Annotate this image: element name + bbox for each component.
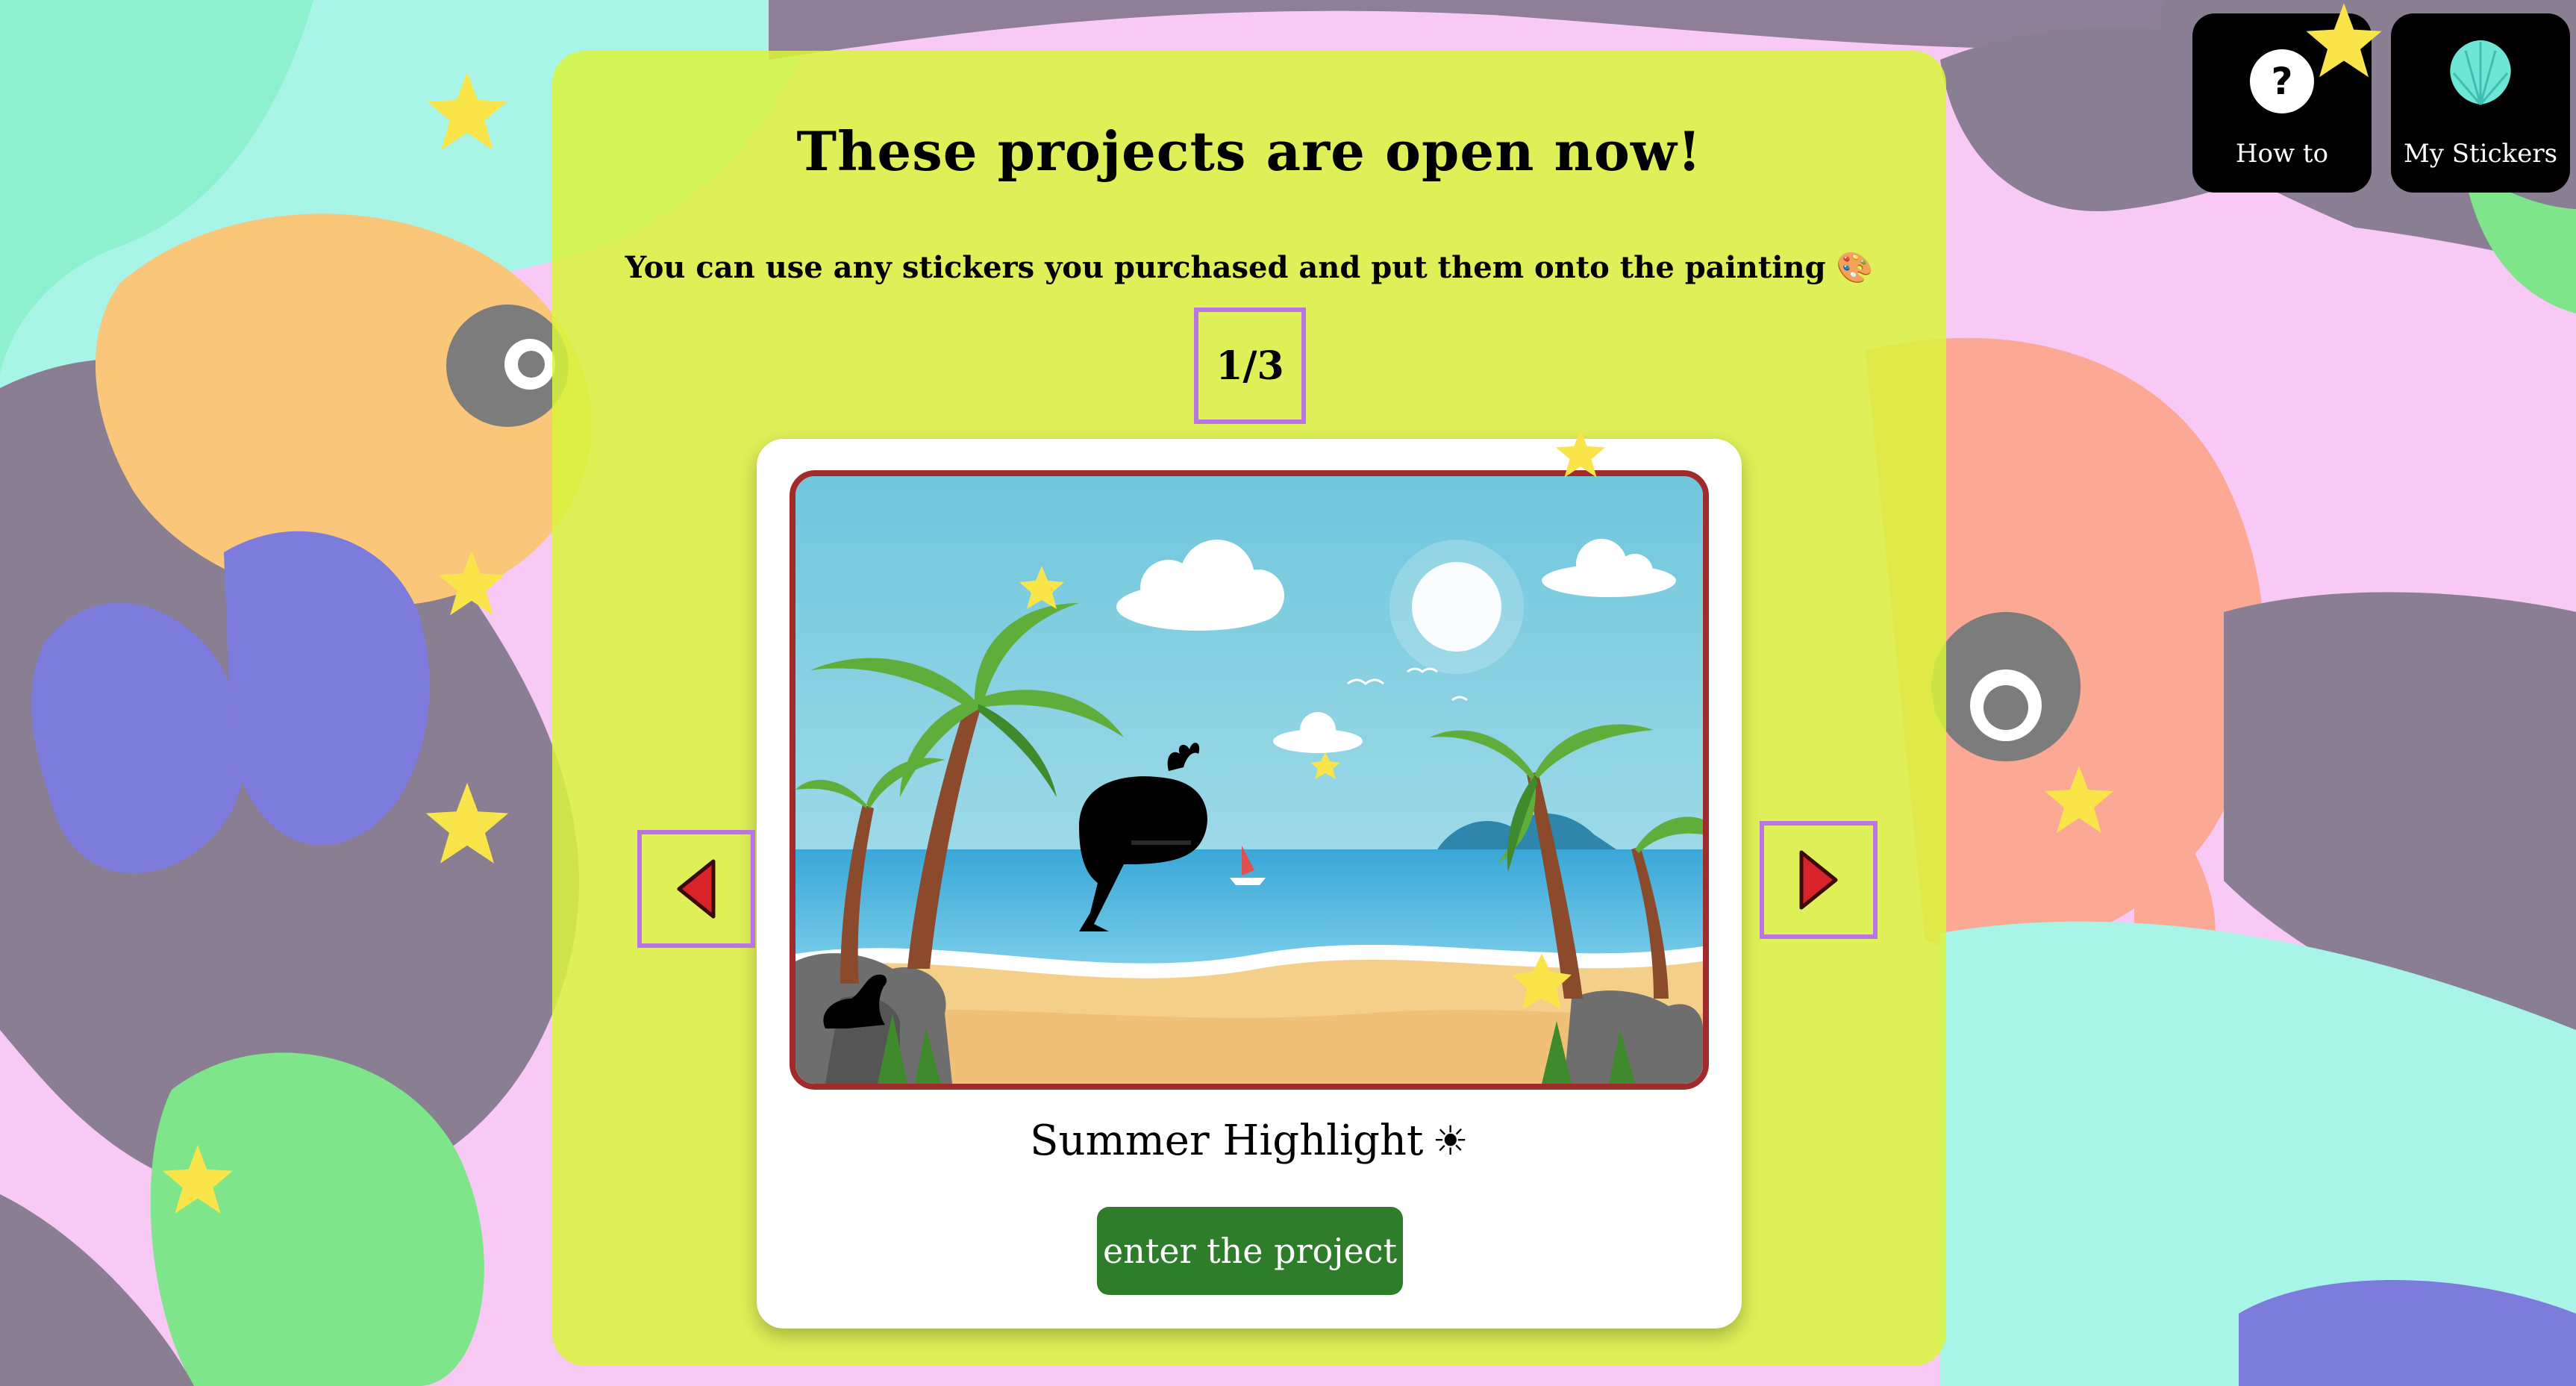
star-icon [438, 550, 505, 616]
page-title: These projects are open now! [796, 119, 1702, 183]
project-name-text: Summer Highlight [1030, 1117, 1424, 1165]
sun-icon: ☀ [1432, 1117, 1469, 1164]
star-icon [427, 72, 507, 151]
carousel-next-button[interactable] [1760, 821, 1878, 939]
palette-icon: 🎨 [1836, 250, 1874, 285]
svg-text:?: ? [2271, 60, 2292, 103]
star-icon [163, 1145, 233, 1214]
caret-right-icon [1799, 850, 1838, 910]
beach-scene [795, 476, 1703, 1084]
enter-project-button[interactable]: enter the project [1097, 1207, 1403, 1295]
star-icon [2045, 766, 2113, 833]
caret-left-icon [677, 859, 716, 919]
how-to-label: How to [2235, 139, 2329, 169]
carousel-prev-button[interactable] [637, 830, 755, 948]
page-subtitle: You can use any stickers you purchased a… [552, 250, 1946, 285]
subtitle-text: You can use any stickers you purchased a… [625, 250, 1826, 285]
carousel-counter: 1/3 [1194, 308, 1306, 424]
my-stickers-button[interactable]: My Stickers [2391, 13, 2570, 193]
my-stickers-label: My Stickers [2403, 139, 2558, 169]
shell-icon [2450, 40, 2511, 105]
star-icon [1555, 428, 1606, 478]
star-icon [2306, 3, 2382, 78]
star-icon [425, 782, 509, 864]
project-preview-image[interactable] [790, 470, 1709, 1090]
project-name: Summer Highlight ☀ [757, 1117, 1742, 1165]
